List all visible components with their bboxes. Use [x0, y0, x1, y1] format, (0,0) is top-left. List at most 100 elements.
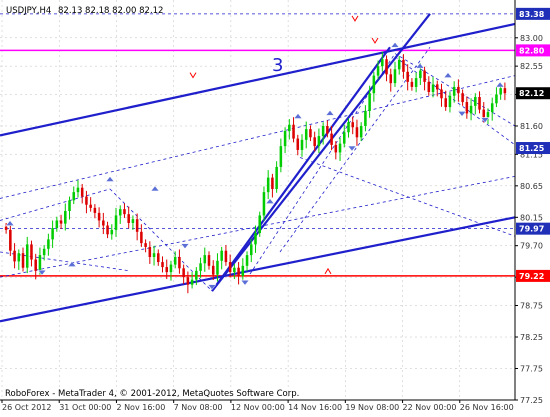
y-tick-label: 81.60	[520, 122, 543, 131]
candle-body	[72, 192, 76, 201]
candle-body	[152, 253, 156, 258]
candle-body	[402, 59, 405, 72]
candle-body	[25, 244, 29, 268]
y-tick-label: 80.65	[520, 182, 543, 191]
candle-body	[490, 103, 494, 113]
candle-body	[300, 139, 304, 150]
candle-body	[114, 215, 118, 230]
candle-body	[266, 177, 270, 193]
candle-body	[262, 192, 266, 216]
y-tick-label: 82.55	[520, 62, 543, 71]
candle-body	[102, 220, 105, 226]
candle-body	[381, 59, 384, 67]
candle-body	[237, 267, 240, 276]
candle-body	[448, 95, 452, 108]
candle-body	[368, 93, 371, 111]
candle-body	[186, 277, 190, 285]
candle-body	[351, 122, 354, 128]
candle-body	[364, 110, 367, 126]
candle-body	[406, 71, 409, 82]
candle-body	[427, 81, 431, 92]
candle-body	[161, 262, 164, 268]
x-tick-label: 12 Nov 00:00	[231, 403, 285, 412]
candle-body	[313, 137, 316, 147]
candle-body	[275, 166, 278, 189]
candle-body	[169, 264, 173, 273]
candle-body	[444, 98, 447, 108]
candle-body	[309, 129, 312, 138]
candle-body	[469, 105, 473, 114]
candle-body	[461, 93, 464, 103]
candle-body	[258, 215, 261, 234]
candle-body	[80, 187, 84, 197]
candle-body	[452, 86, 456, 96]
candle-body	[131, 219, 135, 223]
candle-body	[347, 122, 350, 133]
y-tick-label: 80.15	[520, 213, 543, 222]
candle-body	[21, 253, 25, 268]
price-badge-label: 81.25	[519, 144, 545, 153]
candle-body	[296, 138, 300, 150]
candle-body	[173, 257, 177, 265]
y-tick-label: 79.70	[520, 242, 543, 251]
y-tick-label: 77.75	[520, 365, 543, 374]
candle-body	[17, 253, 21, 262]
symbol-header: USDJPY,H4 82.13 82.18 82.00 82.12	[6, 6, 163, 16]
candle-body	[241, 265, 245, 276]
candle-body	[93, 207, 97, 213]
candle-body	[279, 146, 283, 167]
candle-body	[440, 89, 443, 99]
candle-body	[123, 209, 126, 215]
x-tick-label: 26 Oct 2012	[2, 403, 51, 412]
candle-body	[135, 219, 139, 232]
x-tick-label: 31 Oct 00:00	[59, 403, 111, 412]
candle-body	[140, 231, 143, 244]
candle-body	[376, 66, 380, 76]
candle-body	[410, 81, 414, 87]
candle-body	[233, 267, 236, 273]
price-chart[interactable]: 83.0082.5582.1081.6081.1580.6580.1579.70…	[0, 0, 550, 413]
candle-body	[499, 88, 502, 95]
candle-body	[220, 250, 223, 261]
candle-body	[419, 70, 422, 79]
candle-body	[355, 127, 359, 138]
candle-body	[317, 136, 321, 147]
candle-body	[211, 265, 215, 275]
candle-body	[178, 257, 181, 269]
price-badge-label: 79.97	[519, 225, 544, 234]
candle-body	[292, 124, 295, 139]
y-tick-label: 83.00	[520, 34, 543, 43]
candle-body	[59, 220, 63, 224]
y-tick-label: 77.25	[520, 396, 543, 405]
candle-body	[190, 279, 194, 285]
copyright-footer: RoboForex - MetaTrader 4, © 2001-2012, M…	[5, 389, 299, 399]
candle-body	[118, 209, 122, 216]
candle-body	[68, 200, 71, 212]
candle-body	[414, 78, 418, 87]
x-tick-label: 14 Nov 16:00	[288, 403, 342, 412]
candle-body	[326, 125, 329, 134]
candle-body	[503, 88, 507, 94]
candle-body	[148, 246, 152, 258]
ohlc-text: 82.13 82.18 82.00 82.12	[58, 6, 163, 16]
y-tick-label: 78.25	[520, 333, 543, 342]
candle-body	[51, 228, 54, 240]
candle-body	[474, 97, 477, 106]
symbol-text: USDJPY,H4	[6, 6, 51, 16]
y-tick-label: 78.75	[520, 302, 543, 311]
candle-body	[207, 255, 211, 266]
candle-body	[85, 196, 88, 205]
candle-body	[321, 125, 325, 137]
candle-body	[9, 229, 12, 251]
candle-body	[304, 129, 308, 140]
candle-body	[271, 177, 274, 189]
candle-body	[216, 260, 219, 275]
wave-label: 3	[272, 55, 283, 76]
candle-body	[64, 211, 67, 224]
x-tick-label: 22 Nov 00:00	[403, 403, 457, 412]
x-tick-label: 26 Nov 16:00	[460, 403, 514, 412]
candle-body	[144, 243, 147, 247]
price-badge-label: 82.12	[519, 89, 544, 98]
candle-body	[431, 84, 435, 92]
candle-body	[110, 229, 114, 235]
